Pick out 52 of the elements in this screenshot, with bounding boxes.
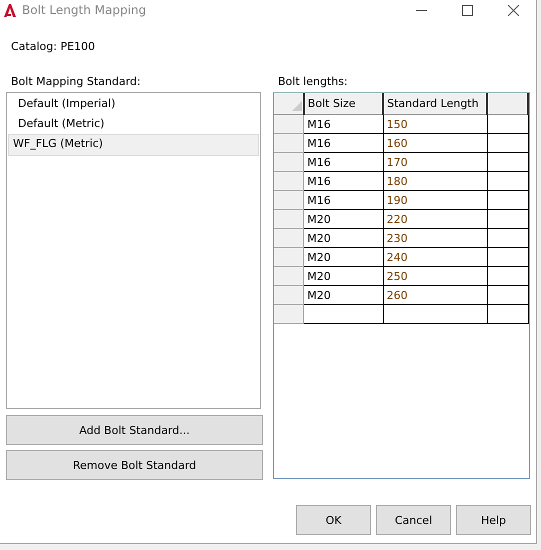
close-icon[interactable] — [508, 4, 518, 16]
table-cell: 230 — [383, 228, 488, 248]
standard-item[interactable]: WF_FLG (Metric) — [8, 134, 259, 156]
row-header[interactable] — [274, 152, 304, 172]
new-row-cell[interactable] — [304, 304, 384, 324]
window-title: Bolt Length Mapping — [22, 3, 146, 17]
dialog-button[interactable]: OK — [296, 505, 371, 535]
table-cell: M20 — [304, 286, 384, 304]
table-cell: 160 — [383, 134, 488, 152]
column-header[interactable]: Standard Length — [383, 93, 488, 114]
table-cell: 190 — [383, 190, 488, 210]
row-header[interactable] — [274, 134, 304, 152]
row-header[interactable] — [274, 248, 304, 266]
row-header[interactable] — [274, 210, 304, 228]
table-cell: M20 — [304, 248, 384, 266]
select-all-icon[interactable] — [292, 101, 302, 111]
table-cell: M16 — [304, 190, 384, 210]
lengths-label: Bolt lengths: — [278, 75, 348, 88]
column-header[interactable]: Bolt Size — [304, 93, 384, 114]
table-cell: M20 — [304, 210, 384, 228]
table-cell: M16 — [304, 134, 384, 152]
standard-button[interactable]: Add Bolt Standard... — [6, 415, 263, 445]
table-cell: M16 — [304, 172, 384, 190]
dialog-button[interactable]: Help — [456, 505, 531, 535]
table-cell: M20 — [304, 228, 384, 248]
standard-list[interactable]: Default (Imperial) Default (Metric) WF_FLG (Metric) — [6, 92, 261, 409]
row-header[interactable] — [274, 228, 304, 248]
standard-button[interactable]: Remove Bolt Standard — [6, 450, 263, 480]
table-cell: M16 — [304, 152, 384, 172]
table-cell: 220 — [383, 210, 488, 228]
table-cell: M16 — [304, 114, 384, 134]
table-cell: 260 — [383, 286, 488, 304]
table-cell: 180 — [383, 172, 488, 190]
table-cell: 150 — [383, 114, 488, 134]
standard-item[interactable]: Default (Metric) — [8, 114, 259, 134]
row-header[interactable] — [274, 304, 304, 324]
maximize-icon[interactable] — [462, 4, 472, 16]
table-cell: M20 — [304, 266, 384, 286]
standard-label: Bolt Mapping Standard: — [11, 75, 141, 88]
row-header[interactable] — [274, 172, 304, 190]
standard-item[interactable]: Default (Imperial) — [8, 94, 259, 114]
new-row-cell[interactable] — [383, 304, 488, 324]
catalog-label: Catalog: PE100 — [11, 40, 96, 53]
row-header[interactable] — [274, 114, 304, 134]
row-header[interactable] — [274, 266, 304, 286]
row-header[interactable] — [274, 190, 304, 210]
app-logo-icon — [4, 4, 16, 16]
table-cell: 240 — [383, 248, 488, 266]
dialog-button[interactable]: Cancel — [376, 505, 451, 535]
table-cell: 250 — [383, 266, 488, 286]
row-header[interactable] — [274, 286, 304, 304]
table-cell: 170 — [383, 152, 488, 172]
